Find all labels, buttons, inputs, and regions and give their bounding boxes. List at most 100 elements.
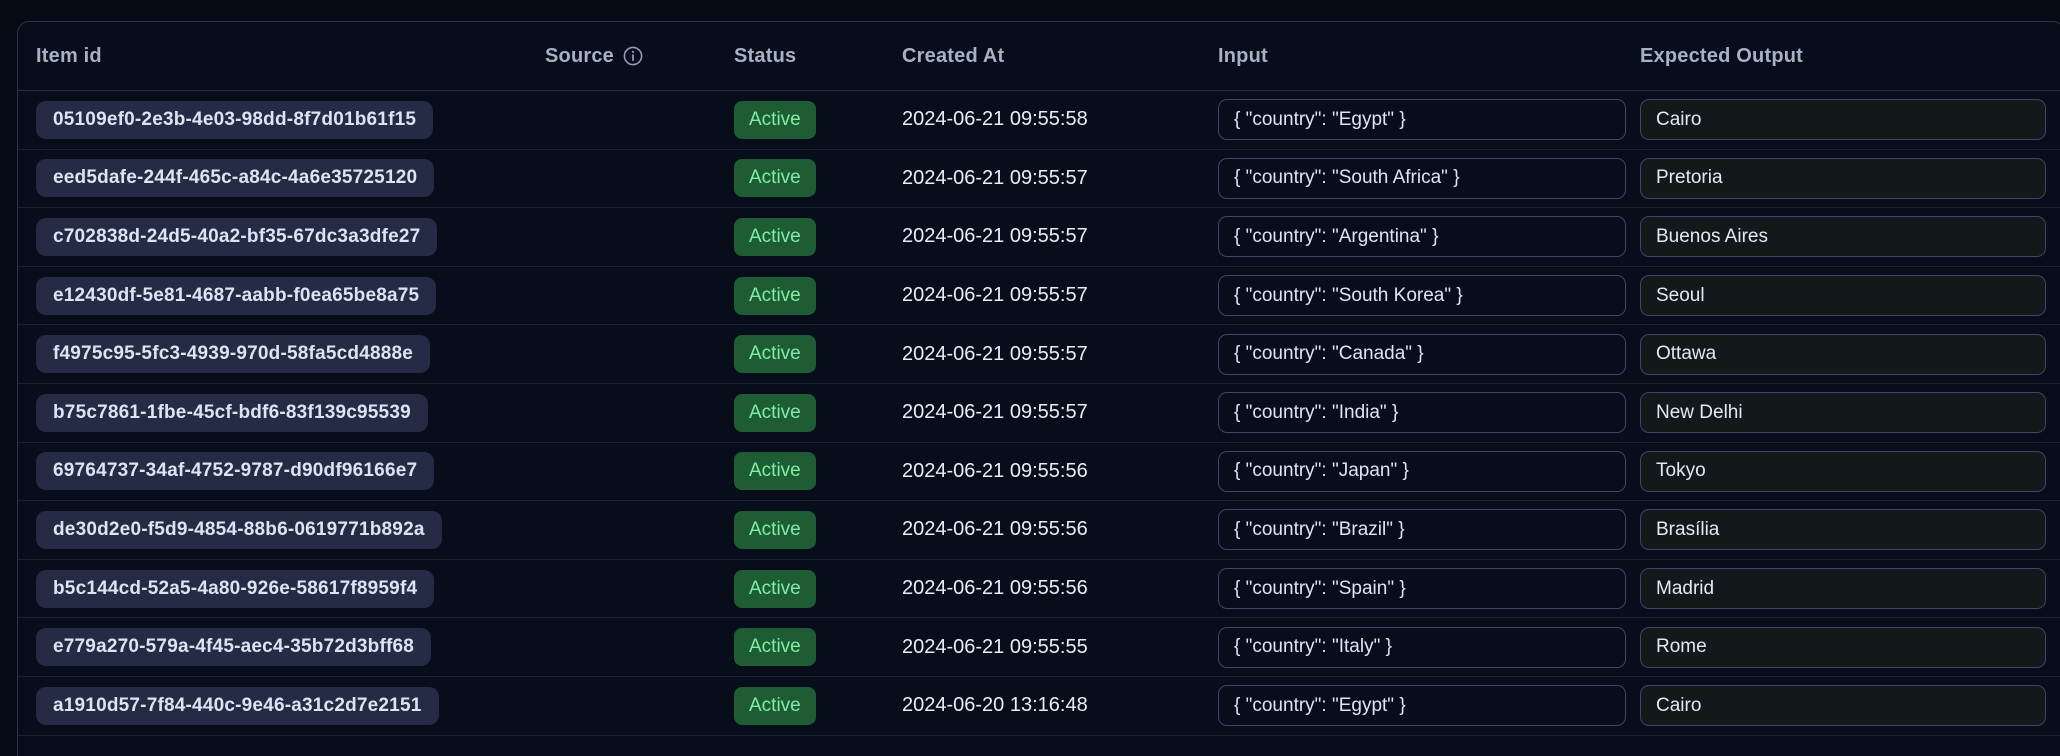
input-box[interactable]: { "country": "South Korea" } [1218, 275, 1626, 316]
table-row[interactable]: eed5dafe-244f-465c-a84c-4a6e35725120Acti… [18, 150, 2060, 209]
item-id-badge[interactable]: 69764737-34af-4752-9787-d90df96166e7 [36, 452, 434, 490]
item-id-cell: f4975c95-5fc3-4939-970d-58fa5cd4888e [36, 335, 545, 373]
input-cell: { "country": "Japan" } [1218, 451, 1640, 492]
expected-output-box[interactable]: Cairo [1640, 99, 2046, 140]
expected-output-box[interactable]: Seoul [1640, 275, 2046, 316]
input-box[interactable]: { "country": "Egypt" } [1218, 99, 1626, 140]
item-id-badge[interactable]: eed5dafe-244f-465c-a84c-4a6e35725120 [36, 159, 434, 197]
status-cell: Active [734, 277, 902, 315]
expected-output-box[interactable]: Ottawa [1640, 334, 2046, 375]
status-badge: Active [734, 570, 816, 608]
expected-output-box[interactable]: Cairo [1640, 685, 2046, 726]
item-id-cell: a1910d57-7f84-440c-9e46-a31c2d7e2151 [36, 687, 545, 725]
item-id-cell: c702838d-24d5-40a2-bf35-67dc3a3dfe27 [36, 218, 545, 256]
input-box[interactable]: { "country": "Spain" } [1218, 568, 1626, 609]
table-row[interactable]: b5c144cd-52a5-4a80-926e-58617f8959f4 Acti… [18, 560, 2060, 619]
item-id-badge[interactable]: a1910d57-7f84-440c-9e46-a31c2d7e2151 [36, 687, 439, 725]
item-id-badge[interactable]: de30d2e0-f5d9-4854-88b6-0619771b892a [36, 511, 442, 549]
expected-output-box[interactable]: Tokyo [1640, 451, 2046, 492]
status-badge: Active [734, 218, 816, 256]
item-id-cell: 05109ef0-2e3b-4e03-98dd-8f7d01b61f15 [36, 101, 545, 139]
table-row[interactable]: de30d2e0-f5d9-4854-88b6-0619771b892a Acti… [18, 501, 2060, 560]
item-id-badge[interactable]: f4975c95-5fc3-4939-970d-58fa5cd4888e [36, 335, 430, 373]
input-box[interactable]: { "country": "India" } [1218, 392, 1626, 433]
column-header-item_id: Item id [36, 45, 545, 68]
created-at-cell: 2024-06-21 09:55:57 [902, 284, 1218, 307]
expected-output-box[interactable]: Buenos Aires [1640, 216, 2046, 257]
item-id-badge[interactable]: b75c7861-1fbe-45cf-bdf6-83f139c95539 [36, 394, 428, 432]
input-box[interactable]: { "country": "South Africa" } [1218, 158, 1626, 199]
created-at-cell: 2024-06-21 09:55:58 [902, 108, 1218, 131]
column-header-label: Source [545, 45, 614, 68]
input-cell: { "country": "South Korea" } [1218, 275, 1640, 316]
input-box[interactable]: { "country": "Egypt" } [1218, 685, 1626, 726]
created-at-value: 2024-06-21 09:55:57 [902, 284, 1088, 307]
item-id-badge[interactable]: c702838d-24d5-40a2-bf35-67dc3a3dfe27 [36, 218, 437, 256]
info-icon[interactable] [623, 46, 643, 66]
status-cell: Active [734, 628, 902, 666]
expected-output-box[interactable]: Pretoria [1640, 158, 2046, 199]
column-header-status: Status [734, 45, 902, 68]
expected-output-cell: Tokyo [1640, 451, 2046, 492]
status-badge: Active [734, 335, 816, 373]
created-at-value: 2024-06-21 09:55:58 [902, 108, 1088, 131]
item-id-badge[interactable]: e779a270-579a-4f45-aec4-35b72d3bff68 [36, 628, 431, 666]
expected-output-box[interactable]: Brasília [1640, 509, 2046, 550]
status-cell: Active [734, 511, 902, 549]
table-row[interactable]: e12430df-5e81-4687-aabb-f0ea65be8a75 Acti… [18, 267, 2060, 326]
input-box[interactable]: { "country": "Japan" } [1218, 451, 1626, 492]
table-row[interactable]: b75c7861-1fbe-45cf-bdf6-83f139c95539 Acti… [18, 384, 2060, 443]
status-cell: Active [734, 570, 902, 608]
input-cell: { "country": "Brazil" } [1218, 509, 1640, 550]
table-row[interactable]: f4975c95-5fc3-4939-970d-58fa5cd4888e Acti… [18, 325, 2060, 384]
expected-output-box[interactable]: New Delhi [1640, 392, 2046, 433]
input-cell: { "country": "India" } [1218, 392, 1640, 433]
expected-output-box[interactable]: Rome [1640, 627, 2046, 668]
created-at-value: 2024-06-21 09:55:57 [902, 401, 1088, 424]
table-row[interactable]: c702838d-24d5-40a2-bf35-67dc3a3dfe27 Acti… [18, 208, 2060, 267]
status-cell: Active [734, 687, 902, 725]
input-box[interactable]: { "country": "Argentina" } [1218, 216, 1626, 257]
item-id-badge[interactable]: e12430df-5e81-4687-aabb-f0ea65be8a75 [36, 277, 436, 315]
status-badge: Active [734, 101, 816, 139]
item-id-cell: de30d2e0-f5d9-4854-88b6-0619771b892a [36, 511, 545, 549]
table-row[interactable]: e779a270-579a-4f45-aec4-35b72d3bff68 Acti… [18, 618, 2060, 677]
status-badge: Active [734, 687, 816, 725]
created-at-cell: 2024-06-21 09:55:55 [902, 636, 1218, 659]
status-cell: Active [734, 101, 902, 139]
status-badge: Active [734, 277, 816, 315]
input-cell: { "country": "Egypt" } [1218, 99, 1640, 140]
table-row[interactable]: 05109ef0-2e3b-4e03-98dd-8f7d01b61f15 Acti… [18, 91, 2060, 150]
expected-output-cell: Seoul [1640, 275, 2046, 316]
created-at-value: 2024-06-21 09:55:56 [902, 518, 1088, 541]
expected-output-cell: Ottawa [1640, 334, 2046, 375]
created-at-cell: 2024-06-21 09:55:57 [902, 401, 1218, 424]
expected-output-box[interactable]: Madrid [1640, 568, 2046, 609]
expected-output-cell: Buenos Aires [1640, 216, 2046, 257]
table-row[interactable]: 69764737-34af-4752-9787-d90df96166e7 Acti… [18, 443, 2060, 502]
created-at-value: 2024-06-20 13:16:48 [902, 694, 1088, 717]
expected-output-cell: Madrid [1640, 568, 2046, 609]
item-id-cell: b5c144cd-52a5-4a80-926e-58617f8959f4 [36, 570, 545, 608]
input-cell: { "country": "Italy" } [1218, 627, 1640, 668]
item-id-badge[interactable]: b5c144cd-52a5-4a80-926e-58617f8959f4 [36, 570, 434, 608]
column-header-label: Item id [36, 45, 102, 68]
table-row[interactable]: a1910d57-7f84-440c-9e46-a31c2d7e2151 Acti… [18, 677, 2060, 736]
created-at-cell: 2024-06-20 13:16:48 [902, 694, 1218, 717]
input-box[interactable]: { "country": "Brazil" } [1218, 509, 1626, 550]
item-id-cell: b75c7861-1fbe-45cf-bdf6-83f139c95539 [36, 394, 545, 432]
expected-output-cell: New Delhi [1640, 392, 2046, 433]
column-header-source: Source [545, 45, 734, 68]
status-badge: Active [734, 452, 816, 490]
input-box[interactable]: { "country": "Canada" } [1218, 334, 1626, 375]
input-cell: { "country": "Canada" } [1218, 334, 1640, 375]
expected-output-cell: Rome [1640, 627, 2046, 668]
status-badge: Active [734, 394, 816, 432]
status-cell: Active [734, 394, 902, 432]
input-box[interactable]: { "country": "Italy" } [1218, 627, 1626, 668]
created-at-value: 2024-06-21 09:55:57 [902, 343, 1088, 366]
input-cell: { "country": "Argentina" } [1218, 216, 1640, 257]
created-at-cell: 2024-06-21 09:55:56 [902, 577, 1218, 600]
item-id-badge[interactable]: 05109ef0-2e3b-4e03-98dd-8f7d01b61f15 [36, 101, 433, 139]
input-cell: { "country": "Egypt" } [1218, 685, 1640, 726]
